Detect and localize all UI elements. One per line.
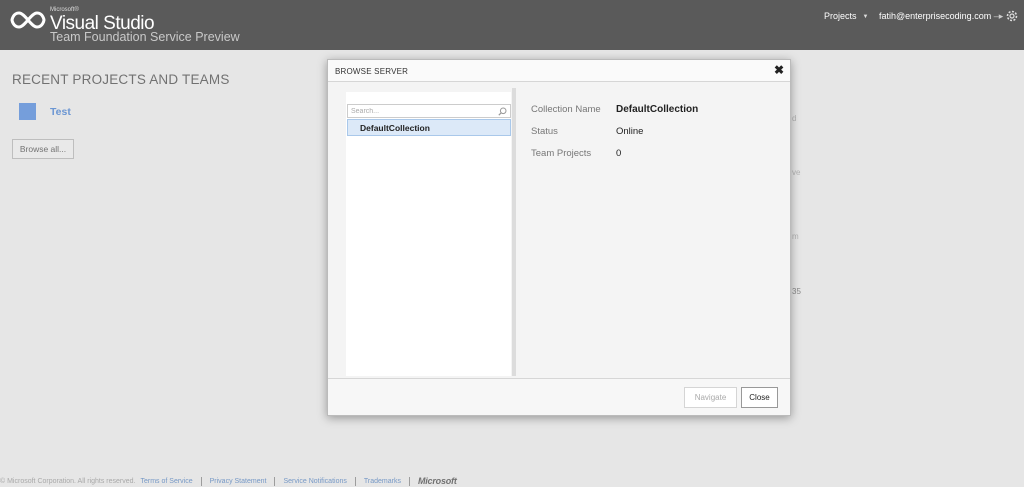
detail-row-status: Status Online [531, 126, 781, 140]
collection-tree: DefaultCollection [346, 92, 511, 376]
gear-icon[interactable] [1005, 9, 1019, 23]
search-icon[interactable] [498, 107, 507, 116]
close-icon[interactable]: ✖ [774, 63, 784, 77]
user-menu[interactable]: fatih@enterprisecoding.com –▸ [879, 11, 1003, 22]
detail-label: Collection Name [531, 104, 601, 115]
app-header: Microsoft® Visual Studio Team Foundation… [0, 0, 1024, 50]
search-input[interactable] [351, 106, 491, 117]
tree-item-defaultcollection[interactable]: DefaultCollection [347, 119, 511, 136]
detail-value: Online [616, 126, 644, 137]
detail-row-collection-name: Collection Name DefaultCollection [531, 104, 781, 118]
dialog-title: BROWSE SERVER [335, 67, 409, 76]
dialog-body: DefaultCollection Collection Name Defaul… [328, 82, 790, 378]
browse-server-dialog: BROWSE SERVER ✖ DefaultCollection Collec… [327, 59, 791, 416]
service-subtitle: Team Foundation Service Preview [50, 30, 240, 44]
dialog-header: BROWSE SERVER ✖ [328, 60, 790, 82]
user-label: fatih@enterprisecoding.com [879, 11, 992, 21]
close-button[interactable]: Close [741, 387, 778, 408]
detail-value: DefaultCollection [616, 104, 699, 115]
caret-down-icon: ▼ [862, 13, 869, 20]
dialog-footer: Navigate Close [328, 378, 790, 415]
navigate-button[interactable]: Navigate [684, 387, 737, 408]
signout-arrow-icon: –▸ [993, 11, 1004, 21]
projects-menu-label: Projects [824, 11, 857, 21]
pane-splitter[interactable] [512, 88, 516, 376]
search-box[interactable] [347, 104, 511, 118]
detail-value: 0 [616, 148, 622, 159]
projects-menu[interactable]: Projects ▼ [824, 11, 868, 21]
detail-label: Status [531, 126, 558, 137]
tree-item-label: DefaultCollection [360, 123, 430, 133]
detail-row-team-projects: Team Projects 0 [531, 148, 781, 162]
infinity-logo-icon [10, 11, 46, 29]
detail-label: Team Projects [531, 148, 592, 159]
